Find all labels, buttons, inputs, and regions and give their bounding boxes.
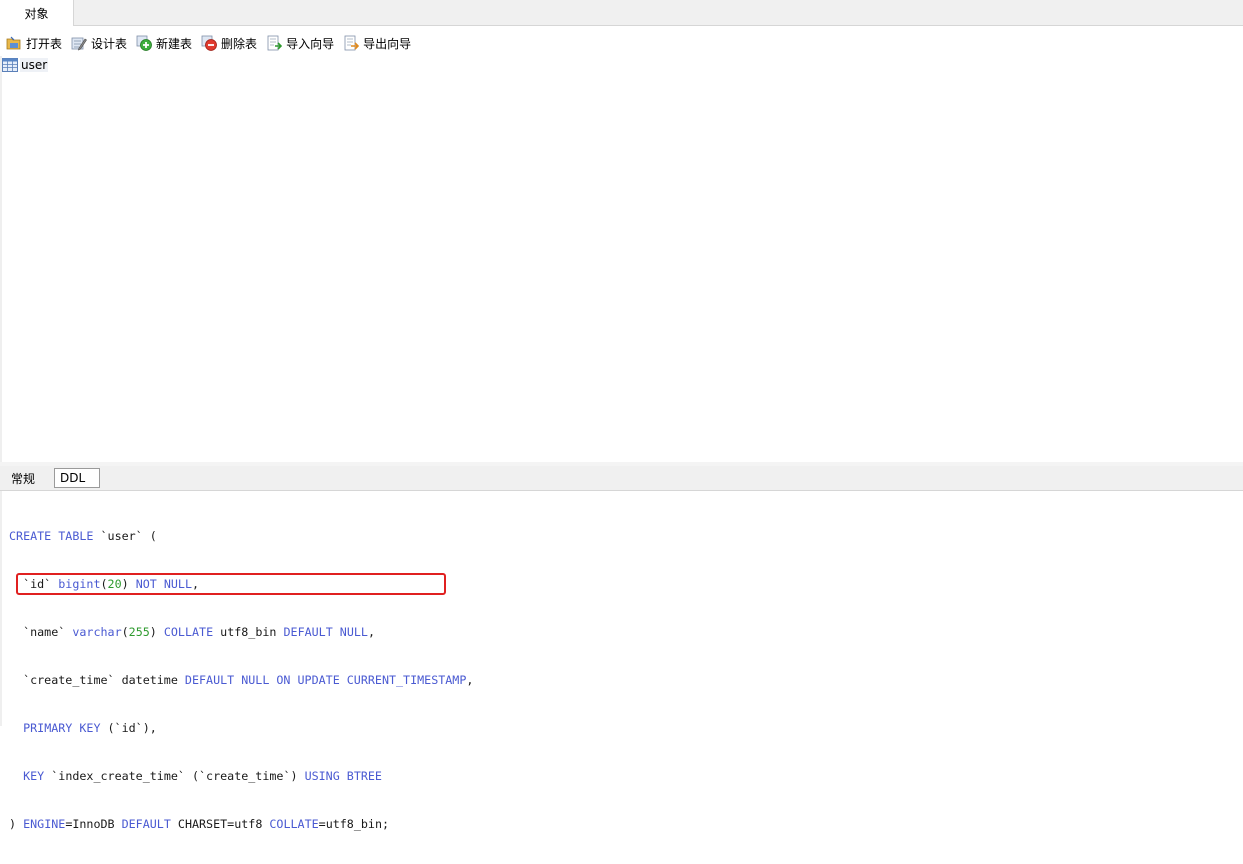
object-list: user: [2, 56, 1243, 462]
ddl-text: =InnoDB: [65, 817, 122, 831]
design-table-button[interactable]: 设计表: [71, 31, 127, 55]
delete-table-icon: [201, 35, 217, 51]
import-wizard-label: 导入向导: [286, 36, 335, 51]
ddl-text: CHARSET=utf8: [170, 817, 270, 831]
ddl-text: (`id`),: [100, 721, 157, 735]
ddl-text: utf8_bin: [213, 625, 284, 639]
new-table-label: 新建表: [156, 36, 193, 51]
tab-objects[interactable]: 对象: [0, 0, 74, 26]
table-icon: [2, 58, 18, 72]
list-item-user-table[interactable]: user: [2, 56, 49, 74]
ddl-text: (: [121, 625, 129, 639]
ddl-line-highlighted: KEY `index_create_time` (`create_time`) …: [9, 768, 473, 784]
delete-table-button[interactable]: 删除表: [201, 31, 257, 55]
ddl-viewer[interactable]: CREATE TABLE `user` ( `id` bigint(20) NO…: [2, 491, 1243, 831]
ddl-number: 20: [107, 577, 122, 591]
ddl-text: [9, 721, 23, 735]
top-tab-bar: 对象: [0, 0, 1243, 26]
ddl-line: ) ENGINE=InnoDB DEFAULT CHARSET=utf8 COL…: [9, 816, 473, 832]
ddl-line: CREATE TABLE `user` (: [9, 528, 473, 544]
import-wizard-button[interactable]: 导入向导: [266, 31, 334, 55]
open-table-label: 打开表: [26, 36, 63, 51]
design-table-label: 设计表: [91, 36, 128, 51]
ddl-text: [9, 769, 23, 783]
new-table-button[interactable]: 新建表: [136, 31, 192, 55]
ddl-keyword: NOT NULL: [135, 577, 192, 591]
ddl-keyword: KEY: [23, 769, 45, 783]
ddl-code: CREATE TABLE `user` ( `id` bigint(20) NO…: [9, 496, 473, 864]
ddl-keyword: varchar: [72, 625, 122, 639]
ddl-line: `id` bigint(20) NOT NULL,: [9, 576, 473, 592]
ddl-keyword: COLLATE: [163, 625, 214, 639]
info-tab-bar: 常规 DDL: [0, 466, 1243, 491]
ddl-text: =utf8_bin;: [318, 817, 390, 831]
ddl-text: `id`: [9, 577, 59, 591]
import-icon: [267, 35, 283, 51]
ddl-text: `user` (: [93, 529, 157, 543]
ddl-text: (: [100, 577, 108, 591]
ddl-text: ): [9, 817, 24, 831]
ddl-keyword: DEFAULT: [121, 817, 171, 831]
ddl-text: `index_create_time` (`create_time`): [44, 769, 305, 783]
ddl-text: ,: [192, 577, 200, 591]
ddl-keyword: PRIMARY KEY: [23, 721, 101, 735]
ddl-text: ): [149, 625, 164, 639]
delete-table-label: 删除表: [221, 36, 258, 51]
ddl-text: ,: [466, 673, 474, 687]
table-name-label: user: [20, 58, 49, 72]
design-pencil-icon: [71, 37, 87, 51]
ddl-keyword: DEFAULT NULL ON UPDATE CURRENT_TIMESTAMP: [184, 673, 467, 687]
ddl-keyword: USING BTREE: [304, 769, 382, 783]
ddl-number: 255: [128, 625, 150, 639]
ddl-text: ): [121, 577, 136, 591]
ddl-line: PRIMARY KEY (`id`),: [9, 720, 473, 736]
ddl-keyword: ENGINE: [23, 817, 66, 831]
tab-ddl[interactable]: DDL: [54, 468, 100, 488]
open-table-button[interactable]: 打开表: [6, 31, 62, 55]
ddl-keyword: COLLATE: [269, 817, 319, 831]
ddl-line: `create_time` datetime DEFAULT NULL ON U…: [9, 672, 473, 688]
export-icon: [344, 35, 360, 51]
ddl-text: `create_time` datetime: [9, 673, 185, 687]
export-wizard-label: 导出向导: [363, 36, 412, 51]
ddl-keyword: CREATE TABLE: [9, 529, 94, 543]
export-wizard-button[interactable]: 导出向导: [343, 31, 411, 55]
toolbar: 打开表 设计表 新建表 删除表 导入向导 导出向导: [0, 30, 420, 56]
ddl-keyword: bigint: [58, 577, 101, 591]
ddl-text: ,: [367, 625, 375, 639]
ddl-line: `name` varchar(255) COLLATE utf8_bin DEF…: [9, 624, 473, 640]
ddl-keyword: DEFAULT NULL: [283, 625, 368, 639]
tab-general[interactable]: 常规: [6, 468, 40, 488]
add-table-icon: [136, 35, 152, 51]
open-folder-icon: [6, 36, 21, 50]
ddl-text: `name`: [9, 625, 73, 639]
